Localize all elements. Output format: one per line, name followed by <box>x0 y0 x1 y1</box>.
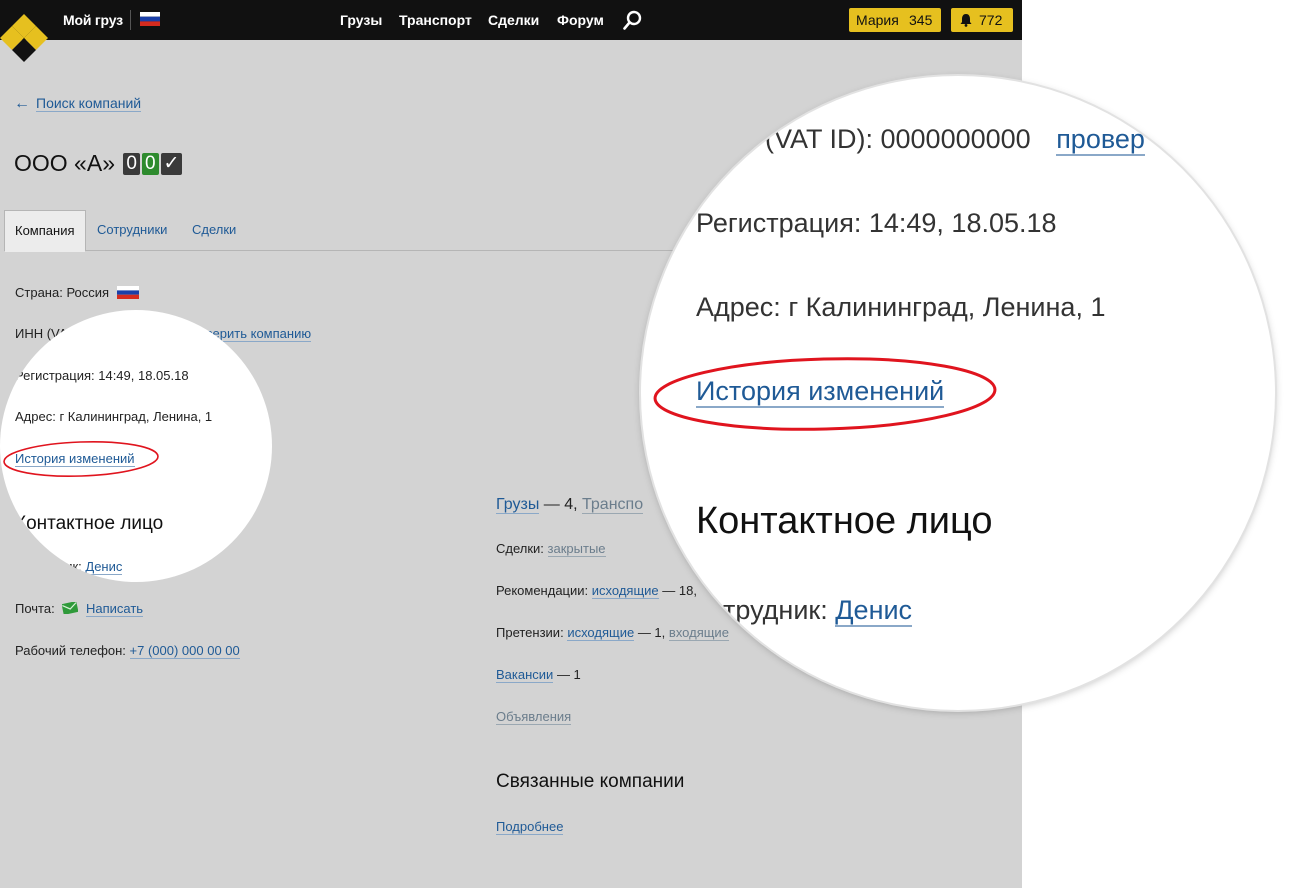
transport-link[interactable]: Транспо <box>582 496 644 514</box>
cargo-link[interactable]: Грузы <box>496 496 540 514</box>
claims-label: Претензии: <box>496 625 564 640</box>
zoom-registration-value: 14:49, 18.05.18 <box>868 208 1057 238</box>
address-label: Адрес: <box>15 409 56 424</box>
zoom-verify-link[interactable]: провер <box>1056 124 1145 156</box>
company-name: ООО «А» <box>14 150 115 176</box>
notifications-pill[interactable]: 772 <box>951 8 1013 32</box>
zoom-employee-row: трудник: Денис <box>723 595 913 627</box>
recommendations-label: Рекомендации: <box>496 583 589 598</box>
related-more-link[interactable]: Подробнее <box>496 819 564 835</box>
zoom-inn-text: (VAT ID): 0000000000 <box>765 124 1031 154</box>
nav-cargo[interactable]: Грузы <box>340 12 382 28</box>
country-row: Страна: Россия <box>15 285 139 300</box>
envelope-icon <box>61 601 79 615</box>
nav-transport[interactable]: Транспорт <box>399 12 472 28</box>
nav-forum[interactable]: Форум <box>557 12 604 28</box>
zoom-employee-link[interactable]: Денис <box>835 595 913 627</box>
top-navigation-bar: Мой груз Грузы Транспорт Сделки Форум Ма… <box>0 0 1022 40</box>
zoom-contact-heading: Контактное лицо <box>696 500 993 542</box>
user-score: 345 <box>909 12 933 28</box>
vacancies-row: Вакансии — 1 <box>496 667 581 683</box>
cargo-transport-row: Грузы — 4, Транспо <box>496 496 644 514</box>
claims-row: Претензии: исходящие — 1, входящие <box>496 625 729 641</box>
related-more-row: Подробнее <box>496 819 564 835</box>
employee-row: Сотрудник: Денис <box>15 559 123 575</box>
cargo-count: — 4, <box>543 496 578 513</box>
zoom-registration-label: Регистрация: <box>696 208 862 238</box>
arrow-left-icon: ← <box>14 95 30 112</box>
back-link-label[interactable]: Поиск компаний <box>36 95 142 112</box>
country-value: Россия <box>66 285 110 300</box>
tab-company[interactable]: Компания <box>4 210 86 252</box>
closed-deals-link[interactable]: закрытые <box>547 541 606 557</box>
mail-row: Почта: Написать <box>15 601 144 617</box>
write-email-link[interactable]: Написать <box>85 601 144 617</box>
zoom-address-value: г Калининград, Ленина, 1 <box>788 292 1106 322</box>
zoom-registration-row: Регистрация: 14:49, 18.05.18 <box>696 208 1057 239</box>
address-value: г Калининград, Ленина, 1 <box>59 409 213 424</box>
zoom-magnifier-circle: (VAT ID): 0000000000 провер Регистрация:… <box>641 76 1275 710</box>
claims-outgoing-link[interactable]: исходящие <box>567 625 635 641</box>
user-name: Мария <box>856 12 899 28</box>
employee-link[interactable]: Денис <box>85 559 123 575</box>
topbar-divider <box>130 10 131 30</box>
phone-label: Рабочий телефон: <box>15 643 126 658</box>
claims-incoming-link[interactable]: входящие <box>668 625 729 641</box>
recommendations-row: Рекомендации: исходящие — 18, <box>496 583 697 599</box>
russia-flag-icon <box>116 286 139 299</box>
vacancies-link[interactable]: Вакансии <box>496 667 554 683</box>
registration-value: 14:49, 18.05.18 <box>98 368 189 383</box>
my-cargo-link[interactable]: Мой груз <box>63 12 123 28</box>
search-icon[interactable] <box>622 9 644 31</box>
red-annotation-ellipse <box>3 440 159 478</box>
claims-outgoing-count: — 1, <box>637 625 666 640</box>
recommendations-outgoing-link[interactable]: исходящие <box>591 583 659 599</box>
registration-label: Регистрация: <box>15 368 95 383</box>
phone-link[interactable]: +7 (000) 000 00 00 <box>129 643 240 659</box>
related-companies-heading: Связанные компании <box>496 771 685 792</box>
contact-heading: Контактное лицо <box>15 513 164 534</box>
nav-deals[interactable]: Сделки <box>488 12 539 28</box>
verified-check-badge[interactable]: ✓ <box>160 153 183 175</box>
employee-label: Сотрудник: <box>15 559 82 574</box>
zoom-address-label: Адрес: <box>696 292 781 322</box>
site-logo-icon[interactable] <box>0 14 48 62</box>
notification-count: 772 <box>979 12 1003 28</box>
ads-row: Объявления <box>496 709 572 725</box>
deals-row: Сделки: закрытые <box>496 541 606 557</box>
mail-label: Почта: <box>15 601 55 616</box>
registration-row: Регистрация: 14:49, 18.05.18 <box>15 368 189 383</box>
deals-label: Сделки: <box>496 541 544 556</box>
zoom-inn-row: (VAT ID): 0000000000 провер <box>765 124 1145 156</box>
bell-icon <box>960 14 972 27</box>
country-label: Страна: <box>15 285 63 300</box>
russia-flag-icon[interactable] <box>140 12 160 26</box>
phone-row: Рабочий телефон: +7 (000) 000 00 00 <box>15 643 240 659</box>
zoom-employee-label: трудник: <box>723 595 828 625</box>
back-link[interactable]: ← Поиск компаний <box>14 95 142 113</box>
recommendations-count: — 18, <box>662 583 697 598</box>
address-row: Адрес: г Калининград, Ленина, 1 <box>15 409 212 424</box>
vacancies-count: — 1 <box>556 667 581 682</box>
user-pill[interactable]: Мария 345 <box>849 8 941 32</box>
tab-employees[interactable]: Сотрудники <box>97 210 167 250</box>
small-highlight-circle: Регистрация: 14:49, 18.05.18 Адрес: г Ка… <box>0 310 272 582</box>
ads-link[interactable]: Объявления <box>496 709 572 725</box>
zoom-address-row: Адрес: г Калининград, Ленина, 1 <box>696 292 1105 323</box>
page-title: ООО «А» 0 0 ✓ <box>14 150 183 177</box>
rating-badge-b[interactable]: 0 <box>141 153 159 175</box>
zoom-red-annotation-ellipse <box>653 357 997 431</box>
tab-deals[interactable]: Сделки <box>192 210 236 250</box>
rating-badge-a[interactable]: 0 <box>123 153 140 175</box>
